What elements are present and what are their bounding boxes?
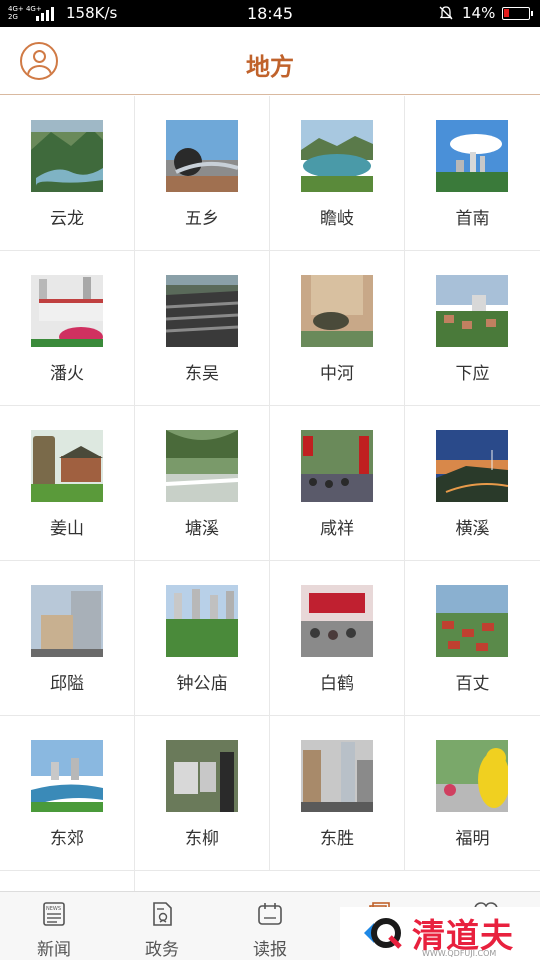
mute-bell-icon	[439, 6, 453, 20]
partial-row	[0, 871, 540, 891]
place-tile[interactable]: 东郊	[0, 716, 135, 871]
place-label: 云龙	[50, 209, 84, 229]
place-label: 下应	[455, 364, 490, 384]
nav-item-government[interactable]: 政务	[108, 892, 216, 960]
place-label: 咸祥	[320, 519, 354, 539]
place-label: 五乡	[185, 209, 219, 229]
nav-item-reader[interactable]: 读报	[216, 892, 324, 960]
place-label: 福明	[455, 829, 490, 849]
village-rooftops-photo	[166, 275, 238, 347]
residential-area-photo	[436, 275, 508, 347]
reader-icon	[258, 903, 282, 925]
lake-hills-photo	[301, 120, 373, 192]
partial-cell	[0, 871, 135, 891]
place-tile[interactable]: 白鹤	[270, 561, 405, 716]
document-badge-icon	[153, 902, 172, 926]
mountain-valley-photo	[31, 120, 103, 192]
battery-icon	[502, 7, 533, 20]
battery-percent: 14%	[462, 4, 496, 22]
place-tile[interactable]: 姜山	[0, 406, 135, 561]
nav-label-reader: 读报	[253, 940, 287, 960]
place-label: 姜山	[50, 519, 84, 539]
app-header: 地方	[0, 27, 540, 95]
place-tile[interactable]: 下应	[405, 251, 540, 406]
place-tile[interactable]: 首南	[405, 96, 540, 251]
place-tile[interactable]: 东柳	[135, 716, 270, 871]
place-tile[interactable]: 横溪	[405, 406, 540, 561]
flower-buildings-photo	[31, 275, 103, 347]
nav-label-news: 新闻	[37, 940, 71, 960]
red-roof-town-photo	[436, 585, 508, 657]
place-label: 塘溪	[185, 519, 219, 539]
stone-monument-photo	[31, 430, 103, 502]
exhibition-photo	[166, 740, 238, 812]
place-tile[interactable]: 云龙	[0, 96, 135, 251]
place-tile[interactable]: 瞻岐	[270, 96, 405, 251]
places-grid: 云龙 五乡 瞻岐 首南潘火 东吴 中河 下应姜山 塘溪 咸祥 横溪邱隘 钟公庙 白鹤 百丈东郊 东柳 东胜 福…	[0, 96, 540, 871]
place-label: 中河	[320, 364, 354, 384]
bridge-dome-photo	[166, 120, 238, 192]
lion-dance-photo	[436, 740, 508, 812]
stage-crowd-photo	[301, 585, 373, 657]
river-city-photo	[31, 740, 103, 812]
place-label: 东柳	[185, 829, 219, 849]
place-tile[interactable]: 东吴	[135, 251, 270, 406]
modern-buildings-photo	[31, 585, 103, 657]
nav-label-government: 政务	[145, 940, 179, 960]
place-label: 潘火	[50, 364, 84, 384]
place-label: 邱隘	[50, 674, 84, 694]
bull-statue-photo	[301, 275, 373, 347]
place-tile[interactable]: 潘火	[0, 251, 135, 406]
place-label: 东吴	[185, 364, 219, 384]
place-label: 钟公庙	[176, 674, 228, 694]
place-label: 白鹤	[320, 674, 354, 694]
place-label: 瞻岐	[320, 209, 354, 229]
place-tile[interactable]: 钟公庙	[135, 561, 270, 716]
place-tile[interactable]: 五乡	[135, 96, 270, 251]
place-tile[interactable]: 福明	[405, 716, 540, 871]
watermark-url: WWW.QDFUJI.COM	[422, 949, 497, 958]
stream-trees-photo	[166, 430, 238, 502]
place-tile[interactable]: 百丈	[405, 561, 540, 716]
street-buildings-photo	[301, 740, 373, 812]
place-tile[interactable]: 东胜	[270, 716, 405, 871]
page-title: 地方	[246, 53, 294, 81]
newspaper-icon: NEWS	[43, 902, 65, 926]
place-tile[interactable]: 中河	[270, 251, 405, 406]
city-skyline-photo	[436, 120, 508, 192]
place-tile[interactable]: 咸祥	[270, 406, 405, 561]
place-label: 首南	[455, 209, 490, 229]
status-bar: 4G+ 4G+ 2G 158K/s 18:45 14%	[0, 0, 540, 27]
watermark-logo-icon	[364, 918, 402, 949]
place-tile[interactable]: 邱隘	[0, 561, 135, 716]
festival-crowd-photo	[301, 430, 373, 502]
wind-turbines-sunset-photo	[436, 430, 508, 502]
watermark: 清道夫 WWW.QDFUJI.COM	[340, 907, 540, 960]
place-label: 东胜	[320, 829, 354, 849]
nav-item-news[interactable]: NEWS 新闻	[0, 892, 108, 960]
clock: 18:45	[246, 4, 294, 23]
svg-text:NEWS: NEWS	[46, 906, 61, 912]
place-tile[interactable]: 塘溪	[135, 406, 270, 561]
park-towers-photo	[166, 585, 238, 657]
place-label: 东郊	[50, 829, 84, 849]
place-label: 百丈	[455, 674, 490, 694]
place-label: 横溪	[455, 519, 490, 539]
